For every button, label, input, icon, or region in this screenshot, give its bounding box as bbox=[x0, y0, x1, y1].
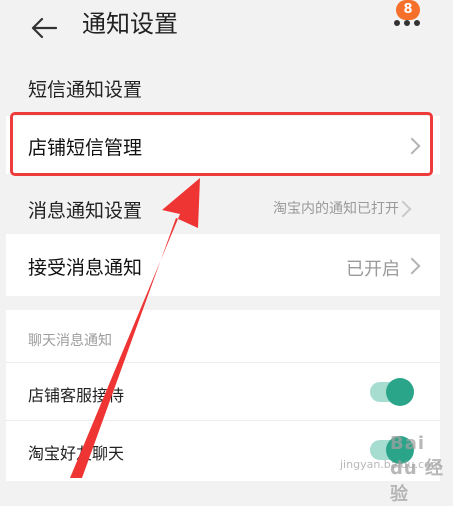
annotation-arrow-icon bbox=[70, 178, 200, 478]
watermark-url: jingyan.baidu.com bbox=[340, 458, 442, 471]
